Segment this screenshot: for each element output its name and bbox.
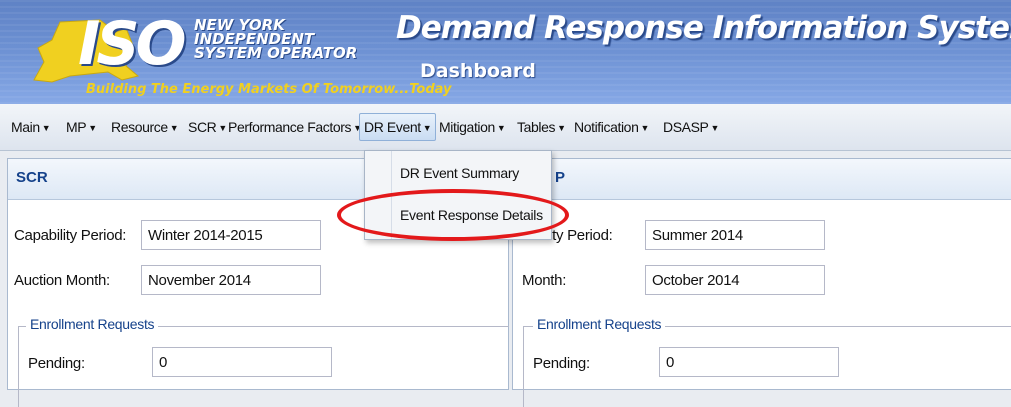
- auction-month-field[interactable]: November 2014: [141, 265, 321, 295]
- nyiso-logo: ISO NEW YORK INDEPENDENT SYSTEM OPERATOR…: [16, 9, 452, 102]
- menu-label: DSASP: [663, 119, 709, 135]
- menu-label: Tables: [517, 119, 556, 135]
- caret-down-icon: ▼: [218, 123, 227, 133]
- logo-org-name: NEW YORK INDEPENDENT SYSTEM OPERATOR: [194, 18, 358, 62]
- pending-field[interactable]: 0: [152, 347, 332, 377]
- caret-down-icon: ▼: [422, 123, 432, 133]
- logo-tagline: Building The Energy Markets Of Tomorrow.…: [86, 82, 452, 97]
- enrollment-requests-legend: Enrollment Requests: [26, 316, 159, 332]
- menu-label: DR Event: [364, 119, 421, 135]
- main-menu-bar: Main ▼ MP ▼ Resource ▼ SCR ▼ Performance Fac…: [0, 104, 1011, 151]
- menu-label: Performance Factors: [228, 119, 352, 135]
- month-label: Month:: [522, 272, 567, 289]
- menu-mitigation[interactable]: Mitigation ▼: [439, 119, 506, 135]
- capability-period-field[interactable]: Winter 2014-2015: [141, 220, 321, 250]
- menu-label: Resource: [111, 119, 168, 135]
- menu-label: MP: [66, 119, 87, 135]
- page-title: Dashboard: [420, 60, 536, 82]
- menu-dsasp[interactable]: DSASP ▼: [663, 119, 719, 135]
- app-header: ISO NEW YORK INDEPENDENT SYSTEM OPERATOR…: [0, 0, 1011, 104]
- pending-label: Pending:: [533, 355, 590, 372]
- caret-down-icon: ▼: [496, 123, 506, 133]
- menu-tables[interactable]: Tables ▼: [517, 119, 566, 135]
- panel-title: SCR: [16, 169, 48, 186]
- month-field[interactable]: October 2014: [645, 265, 825, 295]
- menu-item-dr-event-summary[interactable]: DR Event Summary: [365, 153, 551, 193]
- menu-label: Notification: [574, 119, 639, 135]
- caret-down-icon: ▼: [640, 123, 649, 133]
- caret-down-icon: ▼: [710, 123, 719, 133]
- menu-label: SCR: [188, 119, 217, 135]
- app-title: Demand Response Information System: [396, 10, 1011, 46]
- menu-label: Mitigation: [439, 119, 495, 135]
- menu-resource[interactable]: Resource ▼: [111, 119, 179, 135]
- caret-down-icon: ▼: [169, 123, 179, 133]
- menu-main[interactable]: Main ▼: [11, 119, 51, 135]
- menu-notification[interactable]: Notification ▼: [574, 119, 649, 135]
- capability-period-field[interactable]: Summer 2014: [645, 220, 825, 250]
- caret-down-icon: ▼: [88, 123, 97, 133]
- menu-label: Main: [11, 119, 40, 135]
- menu-scr[interactable]: SCR ▼: [188, 119, 227, 135]
- dr-event-dropdown-menu: DR Event Summary Event Response Details: [364, 150, 552, 240]
- org-line-3: SYSTEM OPERATOR: [194, 44, 358, 62]
- pending-label: Pending:: [28, 355, 85, 372]
- caret-down-icon: ▼: [41, 123, 51, 133]
- auction-month-label: Auction Month:: [14, 272, 110, 289]
- logo-text: ISO: [78, 9, 187, 79]
- right-panel: P bility Period: Summer 2014 Month: Octo…: [512, 158, 1011, 407]
- panel-title: P: [555, 169, 566, 186]
- capability-period-label: Capability Period:: [14, 227, 127, 244]
- menu-dr-event[interactable]: DR Event ▼: [359, 113, 437, 141]
- pending-field[interactable]: 0: [659, 347, 839, 377]
- menu-performance-factors[interactable]: Performance Factors ▼: [228, 119, 362, 135]
- menu-mp[interactable]: MP ▼: [66, 119, 97, 135]
- menu-item-event-response-details[interactable]: Event Response Details: [365, 195, 551, 235]
- panel-header: P: [513, 159, 1011, 200]
- caret-down-icon: ▼: [557, 123, 566, 133]
- enrollment-requests-legend: Enrollment Requests: [533, 316, 666, 332]
